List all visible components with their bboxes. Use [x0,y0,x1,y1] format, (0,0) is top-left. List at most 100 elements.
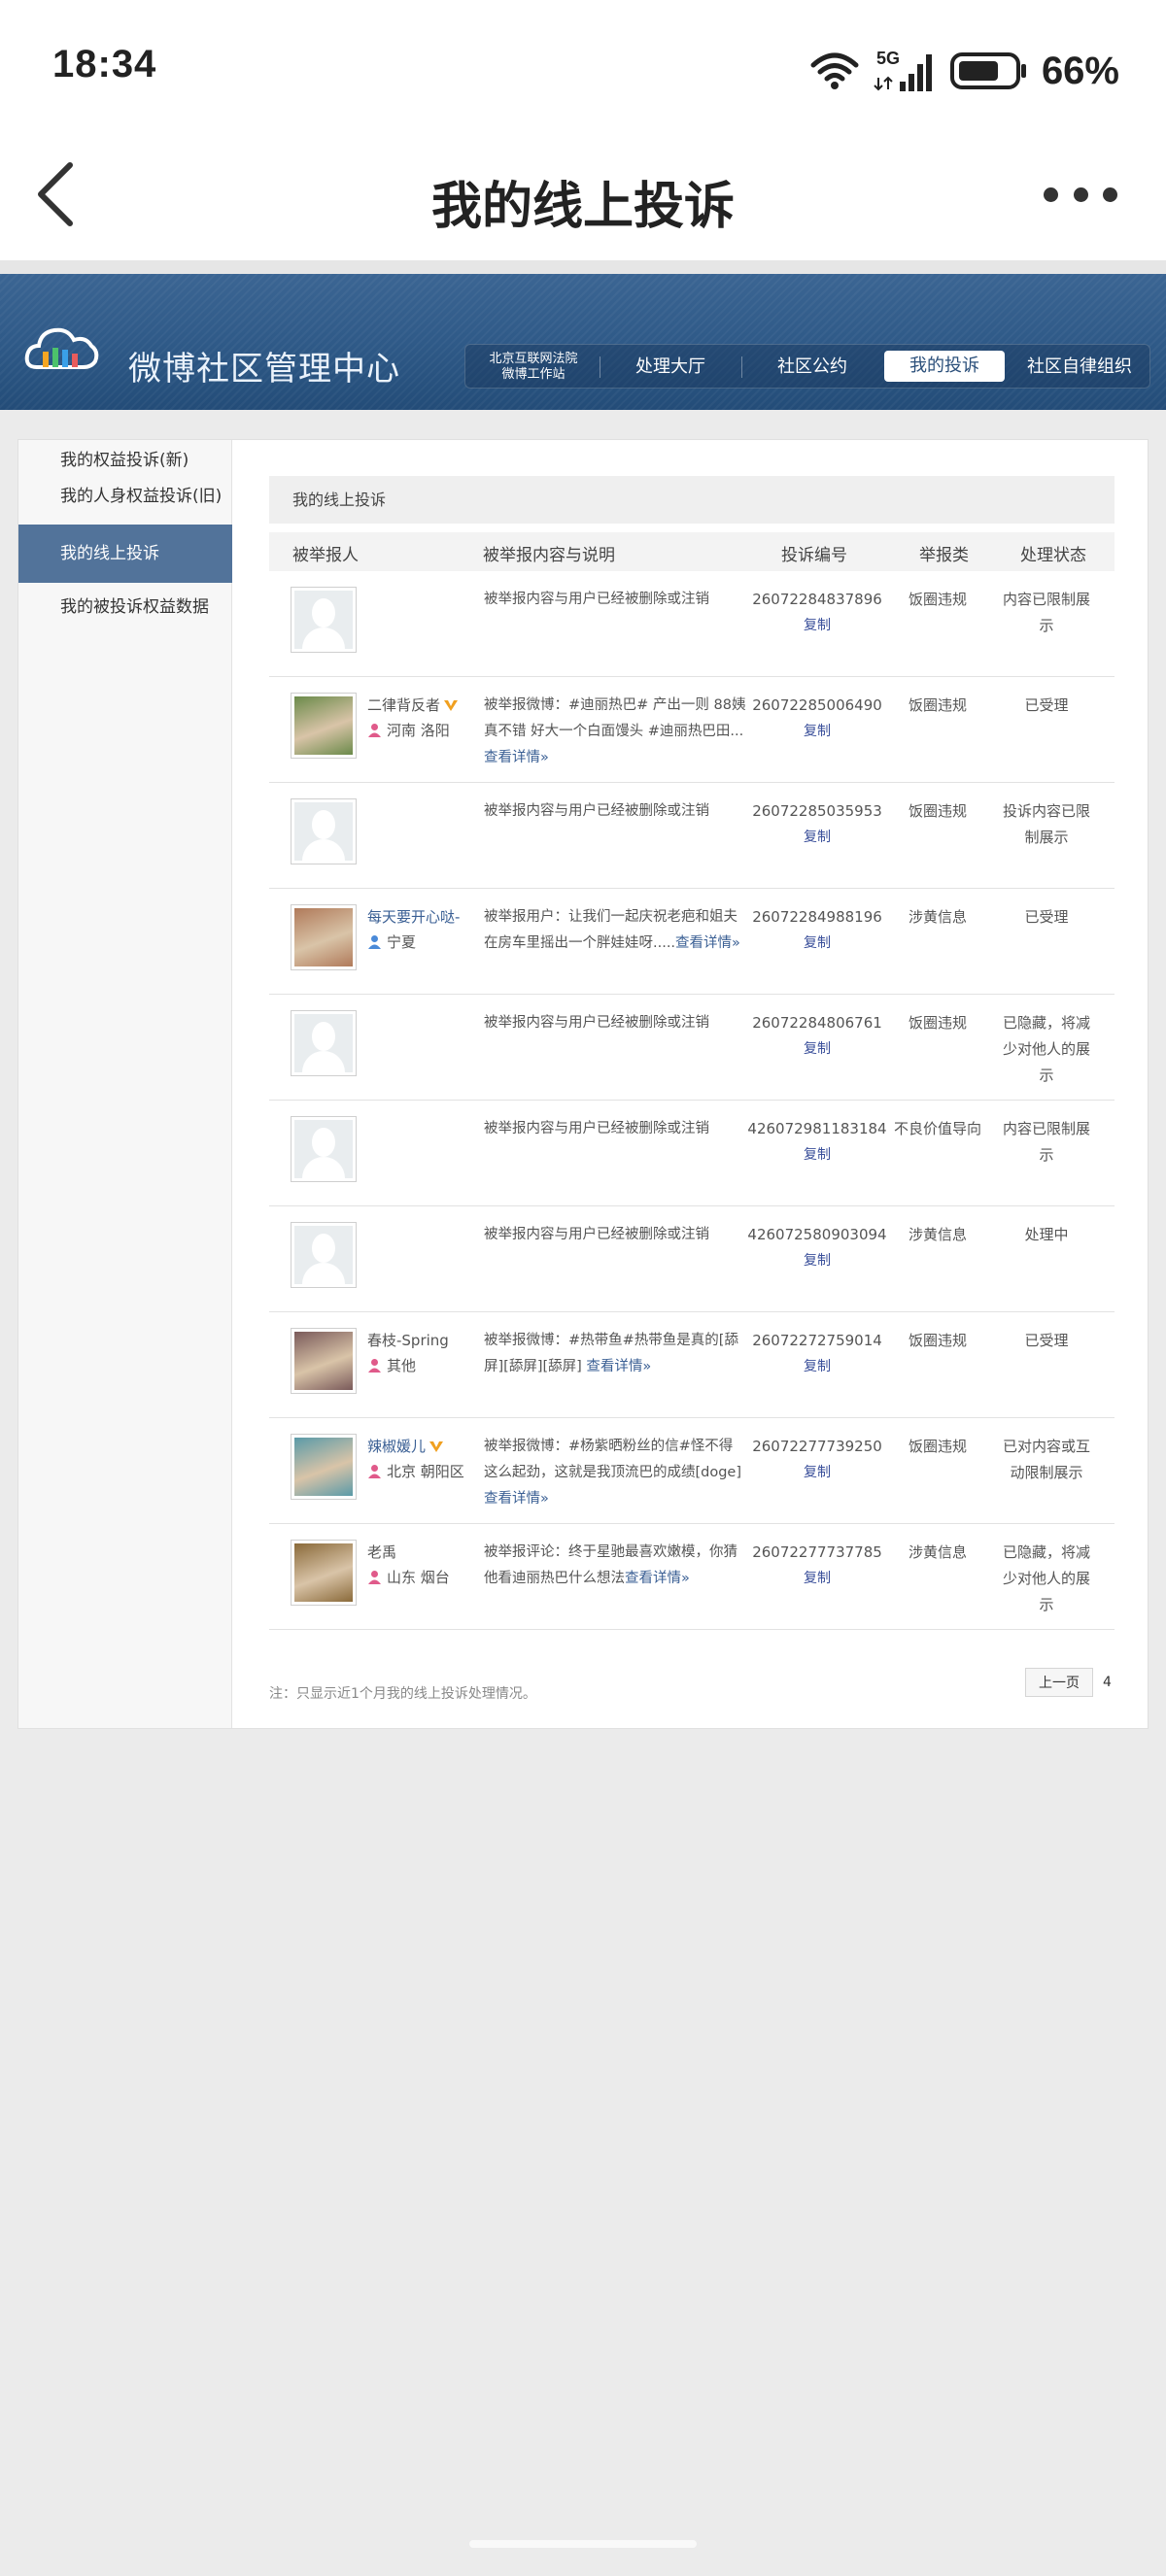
avatar[interactable] [291,904,357,970]
table-header: 被举报人 被举报内容与说明 投诉编号 举报类 处理状态 [269,532,1115,571]
complaint-id: 26072284837896 [752,591,882,608]
page-title: 我的线上投诉 [430,178,735,236]
reported-user: 二律背反者 河南 洛阳 [367,693,459,743]
user-name-wrap: 每天要开心哒- [367,904,460,930]
complaint-type: 不良价值导向 [893,1120,981,1137]
nav-self-regulation[interactable]: 社区自律组织 [1015,345,1144,390]
default-avatar[interactable] [291,798,357,864]
complaint-status: 内容已限制展示 [1003,591,1091,634]
user-name[interactable]: 辣椒媛儿 [367,1434,426,1459]
complaint-id: 26072272759014 [752,1332,882,1349]
view-details-link[interactable]: 查看详情» [484,750,549,765]
user-location-wrap: 其他 [367,1353,449,1378]
user-name[interactable]: 每天要开心哒- [367,904,460,930]
complaint-description: 被举报微博：#热带鱼#热带鱼是真的[舔屏][舔屏][舔屏] 查看详情» [484,1328,746,1380]
section-title: 我的线上投诉 [269,476,1115,524]
nav-processing-hall[interactable]: 处理大厅 [607,345,734,390]
table-row: 老禹 山东 烟台 被举报评论：终于星驰最喜欢嫩模，你猜他看迪丽热巴什么想法查看详情»… [269,1524,1115,1630]
copy-button[interactable]: 复制 [736,825,899,851]
copy-button[interactable]: 复制 [736,1566,899,1592]
complaint-description: 被举报内容与用户已经被删除或注销 [484,798,746,825]
avatar[interactable] [291,1540,357,1606]
sidebar-item-online-complaints[interactable]: 我的线上投诉 [18,525,232,583]
description-text: 被举报内容与用户已经被删除或注销 [484,1015,709,1031]
table-row: 每天要开心哒- 宁夏 被举报用户：让我们一起庆祝老疤和姐夫在房车里摇出一个胖娃娃呀.… [269,889,1115,995]
table-row: 春枝-Spring 其他 被举报微博：#热带鱼#热带鱼是真的[舔屏][舔屏][舔屏]… [269,1312,1115,1418]
avatar[interactable] [291,693,357,759]
page-number[interactable]: 4 [1103,1675,1112,1690]
complaint-id-cell: 26072284837896 复制 [736,587,899,639]
table-row: 被举报内容与用户已经被删除或注销 26072285035953 复制 饭圈违规 投诉内容… [269,783,1115,889]
complaint-type: 饭圈违规 [908,1438,967,1455]
community-banner: 微博社区管理中心 北京互联网法院 微博工作站 处理大厅 社区公约 我的投诉 社区… [0,274,1166,410]
sidebar-item-rights-new[interactable]: 我的权益投诉(新) [18,446,232,475]
nav-my-complaints[interactable]: 我的投诉 [884,351,1005,382]
complaint-id-cell: 26072277739250 复制 [736,1434,899,1486]
complaint-status: 已受理 [1024,696,1069,714]
complaints-table: 被举报内容与用户已经被删除或注销 26072284837896 复制 饭圈违规 内容已限… [269,571,1115,1630]
banner-title: 微博社区管理中心 [128,350,400,389]
copy-button[interactable]: 复制 [736,1460,899,1486]
prev-page-button[interactable]: 上一页 [1025,1668,1093,1697]
view-details-link[interactable]: 查看详情» [675,935,740,951]
complaint-type: 涉黄信息 [908,908,967,926]
weibo-cloud-logo-icon [24,327,99,369]
column-header: 被举报内容与说明 [483,546,615,565]
sidebar-item-personal-rights-old[interactable]: 我的人身权益投诉(旧) [18,477,232,516]
footer-note: 注：只显示近1个月我的线上投诉处理情况。 [269,1686,536,1702]
user-name[interactable]: 春枝-Spring [367,1328,449,1353]
complaint-id-cell: 26072277737785 复制 [736,1540,899,1592]
divider [0,260,1166,274]
default-avatar[interactable] [291,1010,357,1076]
user-name[interactable]: 老禹 [367,1540,396,1565]
nav-community-rules[interactable]: 社区公约 [749,345,875,390]
complaint-description: 被举报评论：终于星驰最喜欢嫩模，你猜他看迪丽热巴什么想法查看详情» [484,1540,746,1592]
avatar[interactable] [291,1328,357,1394]
copy-button[interactable]: 复制 [736,1036,899,1063]
verified-v-icon [444,700,459,711]
reported-user: 每天要开心哒- 宁夏 [367,904,460,955]
description-text: 被举报微博：#迪丽热巴# 产出一则 88姨真不错 好大一个白面馒头 #迪丽热巴田… [484,697,746,739]
view-details-link[interactable]: 查看详情» [586,1359,651,1374]
copy-button[interactable]: 复制 [736,1142,899,1169]
table-row: 被举报内容与用户已经被删除或注销 426072981183184 复制 不良价值导向 内… [269,1101,1115,1206]
complaint-description: 被举报微博：#杨紫晒粉丝的信#怪不得这么起劲，这就是我顶流巴的成绩[doge] … [484,1434,746,1512]
copy-button[interactable]: 复制 [736,719,899,745]
complaint-type: 涉黄信息 [908,1226,967,1243]
copy-button[interactable]: 复制 [736,613,899,639]
sidebar: 我的权益投诉(新) 我的人身权益投诉(旧) 我的线上投诉 我的被投诉权益数据 [18,440,232,1728]
default-avatar[interactable] [291,587,357,653]
status-bar: 18:34 5G 66% [0,0,1166,146]
default-avatar[interactable] [291,1116,357,1182]
reported-user: 老禹 山东 烟台 [367,1540,450,1590]
description-text: 被举报内容与用户已经被删除或注销 [484,803,709,819]
default-avatar[interactable] [291,1222,357,1288]
complaint-type: 饭圈违规 [908,1014,967,1032]
complaint-id-cell: 426072580903094 复制 [736,1222,899,1274]
user-location-wrap: 北京 朝阳区 [367,1459,464,1484]
avatar[interactable] [291,1434,357,1500]
reported-user: 辣椒媛儿 北京 朝阳区 [367,1434,464,1484]
copy-button[interactable]: 复制 [736,931,899,957]
nav-beijing-court[interactable]: 北京互联网法院 微博工作站 [475,345,592,390]
complaint-status: 内容已限制展示 [1003,1120,1091,1164]
person-icon [368,1465,381,1478]
copy-button[interactable]: 复制 [736,1248,899,1274]
user-location-wrap: 宁夏 [367,930,460,955]
user-name[interactable]: 二律背反者 [367,693,440,718]
more-options-button[interactable] [1044,185,1117,204]
complaint-status: 已受理 [1024,1332,1069,1349]
dot-icon [1044,186,1058,202]
sidebar-item-complained-data[interactable]: 我的被投诉权益数据 [18,588,232,627]
view-details-link[interactable]: 查看详情» [484,1491,549,1507]
complaint-description: 被举报内容与用户已经被删除或注销 [484,587,746,613]
user-location-wrap: 山东 烟台 [367,1565,450,1590]
complaint-status: 已受理 [1024,908,1069,926]
app-header: 我的线上投诉 [0,146,1166,260]
description-text: 被举报内容与用户已经被删除或注销 [484,592,709,607]
complaint-id: 426072981183184 [747,1120,887,1137]
view-details-link[interactable]: 查看详情» [625,1571,690,1586]
complaint-id: 26072284988196 [752,908,882,926]
user-location: 其他 [387,1357,417,1374]
copy-button[interactable]: 复制 [736,1354,899,1380]
